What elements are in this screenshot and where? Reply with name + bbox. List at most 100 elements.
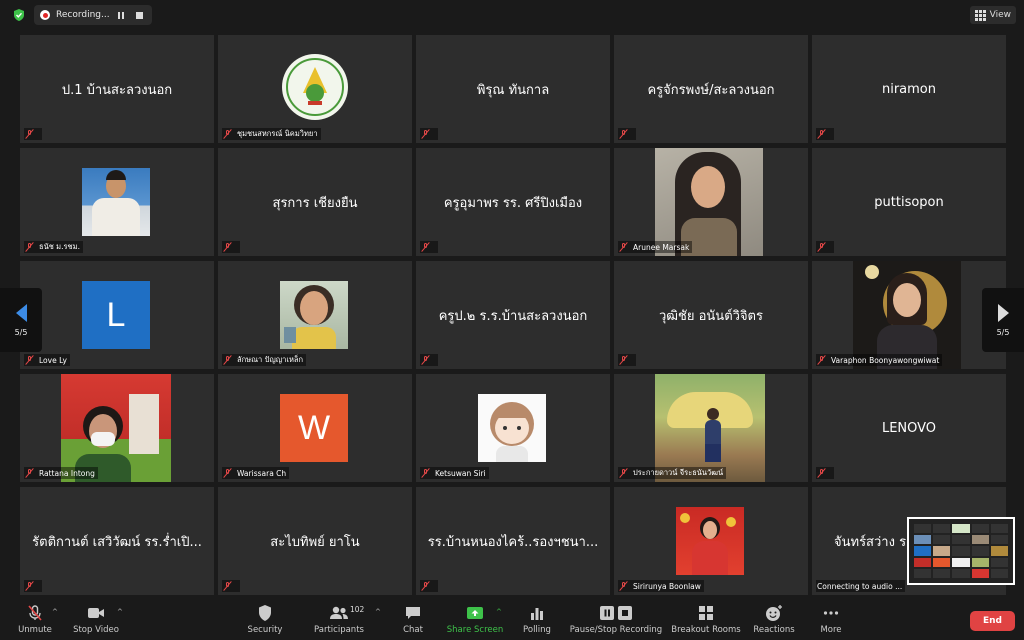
name-label	[222, 580, 240, 592]
participant-photo	[280, 281, 348, 349]
breakout-rooms-label: Breakout Rooms	[671, 625, 741, 635]
participant-photo	[82, 168, 150, 236]
pause-icon	[118, 11, 124, 19]
name-label	[420, 580, 438, 592]
participant-tile[interactable]: Varaphon Boonyawongwiwat	[812, 261, 1006, 369]
pause-recording-button[interactable]	[114, 8, 128, 22]
participant-tile[interactable]: ประกายดาวน์ จีระธนันวัฒน์	[614, 374, 808, 482]
name-label: Ketsuwan Siri	[420, 467, 489, 479]
connecting-status: Connecting to audio ...	[817, 581, 903, 591]
participant-count: 102	[350, 605, 365, 614]
muted-mic-icon	[25, 581, 34, 591]
participants-label: Participants	[314, 625, 364, 635]
name-label: Warissara Ch	[222, 467, 290, 479]
stop-icon	[135, 11, 143, 19]
participants-button[interactable]: 102 Participants	[304, 604, 374, 635]
page-indicator: 5/5	[996, 327, 1010, 337]
participant-photo	[676, 507, 744, 575]
participant-tile[interactable]: วุฒิชัย อนันต์วิจิตร	[614, 261, 808, 369]
top-bar: Recording... View	[0, 0, 1024, 30]
name-label	[420, 241, 438, 253]
muted-mic-icon	[25, 355, 34, 365]
participant-tile[interactable]: พิรุณ ทันกาล	[416, 35, 610, 143]
participant-name: สะไบทิพย์ ยาโน	[270, 534, 360, 550]
chat-button[interactable]: Chat	[378, 604, 448, 635]
muted-mic-icon	[619, 242, 628, 252]
participant-tile[interactable]: ธนัช ม.รชม.	[20, 148, 214, 256]
participant-tile[interactable]: W Warissara Ch	[218, 374, 412, 482]
participant-photo	[655, 374, 765, 482]
security-button[interactable]: Security	[230, 604, 300, 635]
end-meeting-button[interactable]: End	[970, 611, 1015, 631]
previous-page-button[interactable]: 5/5	[0, 288, 42, 352]
name-label: Varaphon Boonyawongwiwat	[816, 354, 943, 366]
audio-options-caret-icon[interactable]: ^	[52, 608, 58, 616]
next-page-button[interactable]: 5/5	[982, 288, 1024, 352]
smiley-icon	[764, 604, 784, 622]
share-screen-label: Share Screen	[446, 625, 504, 635]
muted-mic-icon	[619, 355, 628, 365]
video-options-caret-icon[interactable]: ^	[117, 608, 123, 616]
name-label: ชุมชนสหกรณ์ นิคมวิทยา	[222, 128, 321, 140]
participant-name: สุรการ เชียงยืน	[272, 195, 358, 211]
participant-tile[interactable]: Arunee Marsak	[614, 148, 808, 256]
participant-tile[interactable]: รร.บ้านหนองไคร้..รองฯชนา...	[416, 487, 610, 595]
avatar-letter: W	[280, 394, 348, 462]
participant-tile[interactable]: Ketsuwan Siri	[416, 374, 610, 482]
muted-mic-icon	[817, 468, 826, 478]
muted-mic-icon	[619, 129, 628, 139]
participant-tile[interactable]: puttisopon	[812, 148, 1006, 256]
participant-tile[interactable]: ป.1 บ้านสะลวงนอก	[20, 35, 214, 143]
name-label: Rattana Intong	[24, 467, 98, 479]
participant-tile[interactable]: รัตติกานต์ เสวิวัฒน์ รร.ร่ำเปิ...	[20, 487, 214, 595]
participant-name: พิรุณ ทันกาล	[476, 82, 550, 98]
view-button[interactable]: View	[969, 6, 1016, 24]
participant-tile[interactable]: ครูจักรพงษ์/สะลวงนอก	[614, 35, 808, 143]
pause-stop-recording-button[interactable]: Pause/Stop Recording	[568, 604, 664, 635]
participant-tile[interactable]: L Love Ly	[20, 261, 214, 369]
name-label: ประกายดาวน์ จีระธนันวัฒน์	[618, 467, 727, 479]
participant-tile[interactable]: สะไบทิพย์ ยาโน	[218, 487, 412, 595]
recording-dot-icon	[40, 10, 50, 20]
muted-mic-icon	[421, 242, 430, 252]
self-view-thumbnail[interactable]	[907, 517, 1015, 585]
participant-photo	[853, 261, 961, 369]
more-label: More	[820, 625, 842, 635]
name-label	[816, 241, 834, 253]
muted-mic-icon	[817, 355, 826, 365]
name-label	[24, 580, 42, 592]
participant-name: Love Ly	[39, 355, 68, 365]
stop-recording-button[interactable]	[132, 8, 146, 22]
participant-tile[interactable]: Rattana Intong	[20, 374, 214, 482]
participant-name: niramon	[881, 81, 937, 97]
polling-button[interactable]: Polling	[502, 604, 572, 635]
breakout-rooms-button[interactable]: Breakout Rooms	[671, 604, 741, 635]
name-label	[24, 128, 42, 140]
participant-tile[interactable]: ครูอุมาพร รร. ศรีปิงเมือง	[416, 148, 610, 256]
zoom-meeting-window: Recording... View ป.1 บ้านสะลวงนอก ชุมชน…	[0, 0, 1024, 640]
participant-tile[interactable]: ลักษณา ปัญญาเหล็ก	[218, 261, 412, 369]
participant-tile[interactable]: ชุมชนสหกรณ์ นิคมวิทยา	[218, 35, 412, 143]
name-label	[618, 128, 636, 140]
name-label: ลักษณา ปัญญาเหล็ก	[222, 354, 307, 366]
unmute-button[interactable]: Unmute	[0, 604, 70, 635]
share-options-caret-icon[interactable]: ^	[496, 608, 502, 616]
muted-mic-icon	[619, 468, 628, 478]
security-label: Security	[247, 625, 283, 635]
muted-mic-icon	[223, 129, 232, 139]
participant-tile[interactable]: Sirirunya Boonlaw	[614, 487, 808, 595]
participant-name: รัตติกานต์ เสวิวัฒน์ รร.ร่ำเปิ...	[32, 534, 202, 550]
participant-tile[interactable]: สุรการ เชียงยืน	[218, 148, 412, 256]
shield-icon[interactable]	[12, 8, 26, 22]
name-label: Arunee Marsak	[618, 241, 693, 253]
participant-name: Warissara Ch	[237, 468, 287, 478]
more-button[interactable]: More	[796, 604, 866, 635]
participant-name: Arunee Marsak	[633, 242, 690, 252]
unmute-label: Unmute	[18, 625, 52, 635]
participant-tile[interactable]: ครูป.๒ ร.ร.บ้านสะลวงนอก	[416, 261, 610, 369]
name-label	[420, 354, 438, 366]
chat-label: Chat	[403, 625, 423, 635]
muted-mic-icon	[421, 129, 430, 139]
participant-tile[interactable]: LENOVO	[812, 374, 1006, 482]
participant-tile[interactable]: niramon	[812, 35, 1006, 143]
